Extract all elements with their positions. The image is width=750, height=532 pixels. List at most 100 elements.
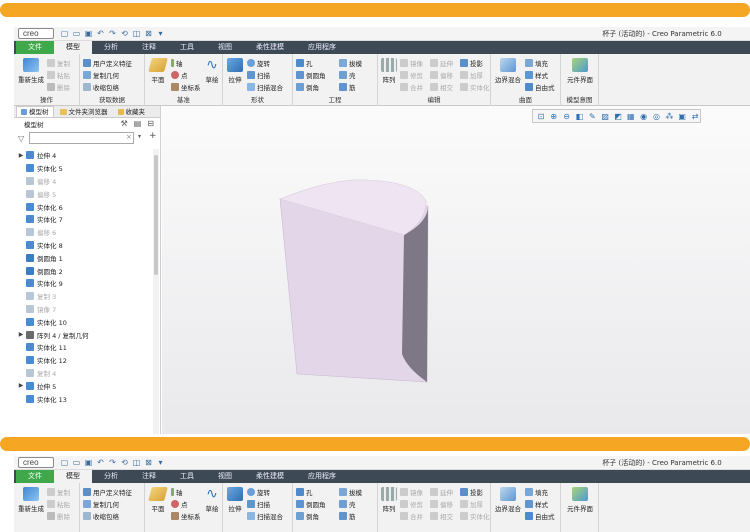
thicken-button[interactable]: 加厚 <box>460 499 483 509</box>
tab-annotate[interactable]: 注释 <box>130 470 168 483</box>
tab-folder-browser[interactable]: 文件夹浏览器 <box>56 106 112 117</box>
tree-item[interactable]: 偏移 5 <box>14 187 152 200</box>
expand-arrow-icon[interactable]: ▶ <box>14 331 24 338</box>
regenerate-button[interactable]: 重新生成 <box>17 487 45 513</box>
swept-blend-button[interactable]: 扫描混合 <box>247 82 283 92</box>
copy-button[interactable]: 复制 <box>47 58 70 68</box>
draft-button[interactable]: 拔模 <box>339 487 362 497</box>
group-label-shapes[interactable]: 形状 <box>223 94 292 104</box>
pattern-button[interactable]: 阵列 <box>380 58 398 84</box>
intersect-button[interactable]: 相交 <box>430 511 453 521</box>
csys-button[interactable]: 坐标系 <box>171 82 201 92</box>
intersect-button[interactable]: 相交 <box>430 82 453 92</box>
tab-view[interactable]: 视图 <box>206 470 244 483</box>
project-button[interactable]: 投影 <box>460 487 483 497</box>
solidify-button[interactable]: 实体化 <box>460 511 490 521</box>
style-button[interactable]: 样式 <box>525 70 548 80</box>
tab-analysis[interactable]: 分析 <box>92 470 130 483</box>
style-button[interactable]: 样式 <box>525 499 548 509</box>
pattern-button[interactable]: 阵列 <box>380 487 398 513</box>
tree-item[interactable]: ▶ 阵列 4 / 复制几何 <box>14 328 152 341</box>
copy-geometry-button[interactable]: 复制几何 <box>83 499 119 509</box>
tab-view[interactable]: 视图 <box>206 41 244 54</box>
clear-search-icon[interactable]: × <box>126 133 132 141</box>
fill-button[interactable]: 填充 <box>525 58 548 68</box>
tab-tools[interactable]: 工具 <box>168 470 206 483</box>
tree-collapse-icon[interactable]: ⊟ <box>147 119 154 128</box>
tab-favorites[interactable]: 收藏夹 <box>114 106 150 117</box>
merge-button[interactable]: 合并 <box>400 82 423 92</box>
draft-button[interactable]: 拔模 <box>339 58 362 68</box>
revolve-button[interactable]: 旋转 <box>247 58 270 68</box>
round-button[interactable]: 倒圆角 <box>296 70 326 80</box>
swept-blend-button[interactable]: 扫描混合 <box>247 511 283 521</box>
tab-applications[interactable]: 应用程序 <box>296 41 348 54</box>
add-filter-icon[interactable]: + <box>149 131 157 141</box>
tree-item[interactable]: 偏移 6 <box>14 226 152 239</box>
shell-button[interactable]: 壳 <box>339 70 356 80</box>
thicken-button[interactable]: 加厚 <box>460 70 483 80</box>
tab-flexible-modeling[interactable]: 柔性建模 <box>244 470 296 483</box>
group-label-datum[interactable]: 基准 <box>145 94 222 104</box>
tree-item[interactable]: 实体化 12 <box>14 354 152 367</box>
tab-tools[interactable]: 工具 <box>168 41 206 54</box>
component-interface-button[interactable]: 元件界面 <box>563 58 597 84</box>
boundary-blend-button[interactable]: 边界混合 <box>493 487 523 513</box>
shell-button[interactable]: 壳 <box>339 499 356 509</box>
tab-file[interactable]: 文件 <box>16 41 54 54</box>
tree-item[interactable]: ▶ 拉伸 5 <box>14 379 152 392</box>
point-button[interactable]: 点 <box>171 499 188 509</box>
tree-item[interactable]: 实体化 8 <box>14 239 152 252</box>
solidify-button[interactable]: 实体化 <box>460 82 490 92</box>
expand-arrow-icon[interactable]: ▶ <box>14 152 24 159</box>
sweep-button[interactable]: 扫描 <box>247 70 270 80</box>
tree-item[interactable]: 复制 4 <box>14 367 152 380</box>
tree-item[interactable]: 实体化 6 <box>14 200 152 213</box>
mirror-button[interactable]: 镜像 <box>400 58 423 68</box>
plane-button[interactable]: 平面 <box>147 487 169 513</box>
rib-button[interactable]: 筋 <box>339 82 356 92</box>
graphics-viewport[interactable]: ⊡ ⊕ ⊖ ◧ ✎ ▨ ◩ ▦ ◉ ◎ ⁂ ▣ ⇄ <box>162 106 750 434</box>
project-button[interactable]: 投影 <box>460 58 483 68</box>
copy-geometry-button[interactable]: 复制几何 <box>83 70 119 80</box>
trim-button[interactable]: 修剪 <box>400 70 423 80</box>
udf-button[interactable]: 用户定义特征 <box>83 58 132 68</box>
revolve-button[interactable]: 旋转 <box>247 487 270 497</box>
tree-item[interactable]: 实体化 5 <box>14 162 152 175</box>
tab-model[interactable]: 模型 <box>54 41 92 54</box>
paste-button[interactable]: 粘贴 <box>47 70 70 80</box>
tree-item[interactable]: 倒圆角 1 <box>14 251 152 264</box>
tree-item[interactable]: 实体化 13 <box>14 392 152 405</box>
delete-button[interactable]: 删除 <box>47 511 70 521</box>
fill-button[interactable]: 填充 <box>525 487 548 497</box>
delete-button[interactable]: 删除 <box>47 82 70 92</box>
chamfer-button[interactable]: 倒角 <box>296 511 319 521</box>
filter-icon[interactable]: ▽ <box>18 134 24 143</box>
extend-button[interactable]: 延伸 <box>430 487 453 497</box>
tree-item[interactable]: 实体化 11 <box>14 341 152 354</box>
expand-arrow-icon[interactable]: ▶ <box>14 382 24 389</box>
tree-item[interactable]: ▶ 拉伸 4 <box>14 149 152 162</box>
sketch-button[interactable]: ∿ 草绘 <box>202 58 222 84</box>
extrude-button[interactable]: 拉伸 <box>225 58 245 84</box>
extend-button[interactable]: 延伸 <box>430 58 453 68</box>
tree-item[interactable]: 倒圆角 2 <box>14 264 152 277</box>
csys-button[interactable]: 坐标系 <box>171 511 201 521</box>
paste-button[interactable]: 粘贴 <box>47 499 70 509</box>
extrude-button[interactable]: 拉伸 <box>225 487 245 513</box>
offset-button[interactable]: 偏移 <box>430 70 453 80</box>
trim-button[interactable]: 修剪 <box>400 499 423 509</box>
freestyle-button[interactable]: 自由式 <box>525 82 555 92</box>
boundary-blend-button[interactable]: 边界混合 <box>493 58 523 84</box>
round-button[interactable]: 倒圆角 <box>296 499 326 509</box>
tree-item[interactable]: 实体化 10 <box>14 315 152 328</box>
group-label-editing[interactable]: 编辑 <box>378 94 490 104</box>
group-label-engineering[interactable]: 工程 <box>293 94 377 104</box>
tab-file[interactable]: 文件 <box>16 470 54 483</box>
mirror-button[interactable]: 镜像 <box>400 487 423 497</box>
tree-item[interactable]: 复制 3 <box>14 290 152 303</box>
hole-button[interactable]: 孔 <box>296 487 313 497</box>
merge-button[interactable]: 合并 <box>400 511 423 521</box>
tree-item[interactable]: 实体化 7 <box>14 213 152 226</box>
tab-applications[interactable]: 应用程序 <box>296 470 348 483</box>
